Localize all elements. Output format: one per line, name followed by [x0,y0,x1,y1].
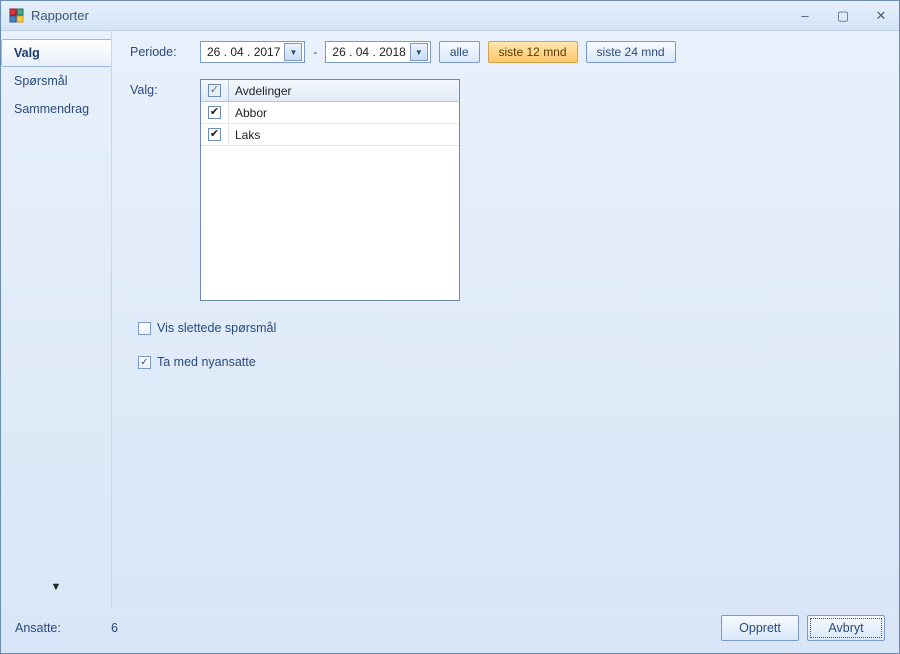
valg-label: Valg: [130,79,200,97]
tab-label: Valg [14,46,40,60]
departments-grid: ✓ Avdelinger ✔ Abbor ✔ [200,79,460,301]
show-deleted-option[interactable]: Vis slettede spørsmål [138,321,881,335]
footer: Ansatte: 6 Opprett Avbryt [1,607,899,653]
grid-header-avdelinger[interactable]: Avdelinger [229,80,459,101]
include-new-label: Ta med nyansatte [157,355,256,369]
window-frame: Rapporter – ▢ ✕ Valg Spørsmål Sammendrag… [0,0,900,654]
table-row[interactable]: ✔ Abbor [201,102,459,124]
close-icon[interactable]: ✕ [871,8,891,24]
row-name: Abbor [229,102,459,123]
date-to-value: 26 . 04 . 2018 [332,45,405,59]
chevron-down-icon[interactable]: ▼ [1,573,111,607]
row-checkbox[interactable]: ✔ [208,128,221,141]
maximize-icon[interactable]: ▢ [833,8,853,24]
range-dash: - [313,45,317,59]
date-to-input[interactable]: 26 . 04 . 2018 ▼ [325,41,430,63]
tab-label: Sammendrag [14,102,89,116]
tab-sammendrag[interactable]: Sammendrag [1,95,111,123]
create-button[interactable]: Opprett [721,615,799,641]
titlebar: Rapporter – ▢ ✕ [1,1,899,31]
row-checkbox[interactable]: ✔ [208,106,221,119]
chevron-down-icon[interactable]: ▼ [410,43,428,61]
window-title: Rapporter [31,8,795,23]
ansatte-value: 6 [111,621,118,635]
content-panel: Periode: 26 . 04 . 2017 ▼ - 26 . 04 . 20… [111,31,899,607]
tab-sporsmal[interactable]: Spørsmål [1,67,111,95]
ansatte-label: Ansatte: [15,621,111,635]
period-all-button[interactable]: alle [439,41,480,63]
show-deleted-label: Vis slettede spørsmål [157,321,276,335]
table-row[interactable]: ✔ Laks [201,124,459,146]
cancel-button[interactable]: Avbryt [807,615,885,641]
tab-label: Spørsmål [14,74,67,88]
checkbox-icon[interactable] [138,322,151,335]
chevron-down-icon[interactable]: ▼ [284,43,302,61]
select-all-checkbox[interactable]: ✓ [208,84,221,97]
grid-header-row: ✓ Avdelinger [201,80,459,102]
include-new-option[interactable]: ✓ Ta med nyansatte [138,355,881,369]
row-name: Laks [229,124,459,145]
periode-label: Periode: [130,45,200,59]
period-last24-button[interactable]: siste 24 mnd [586,41,676,63]
tab-valg[interactable]: Valg [1,39,111,67]
date-from-value: 26 . 04 . 2017 [207,45,280,59]
minimize-icon[interactable]: – [795,8,815,24]
date-from-input[interactable]: 26 . 04 . 2017 ▼ [200,41,305,63]
period-last12-button[interactable]: siste 12 mnd [488,41,578,63]
app-icon [9,8,25,24]
checkbox-icon[interactable]: ✓ [138,356,151,369]
sidebar: Valg Spørsmål Sammendrag ▼ [1,31,111,607]
